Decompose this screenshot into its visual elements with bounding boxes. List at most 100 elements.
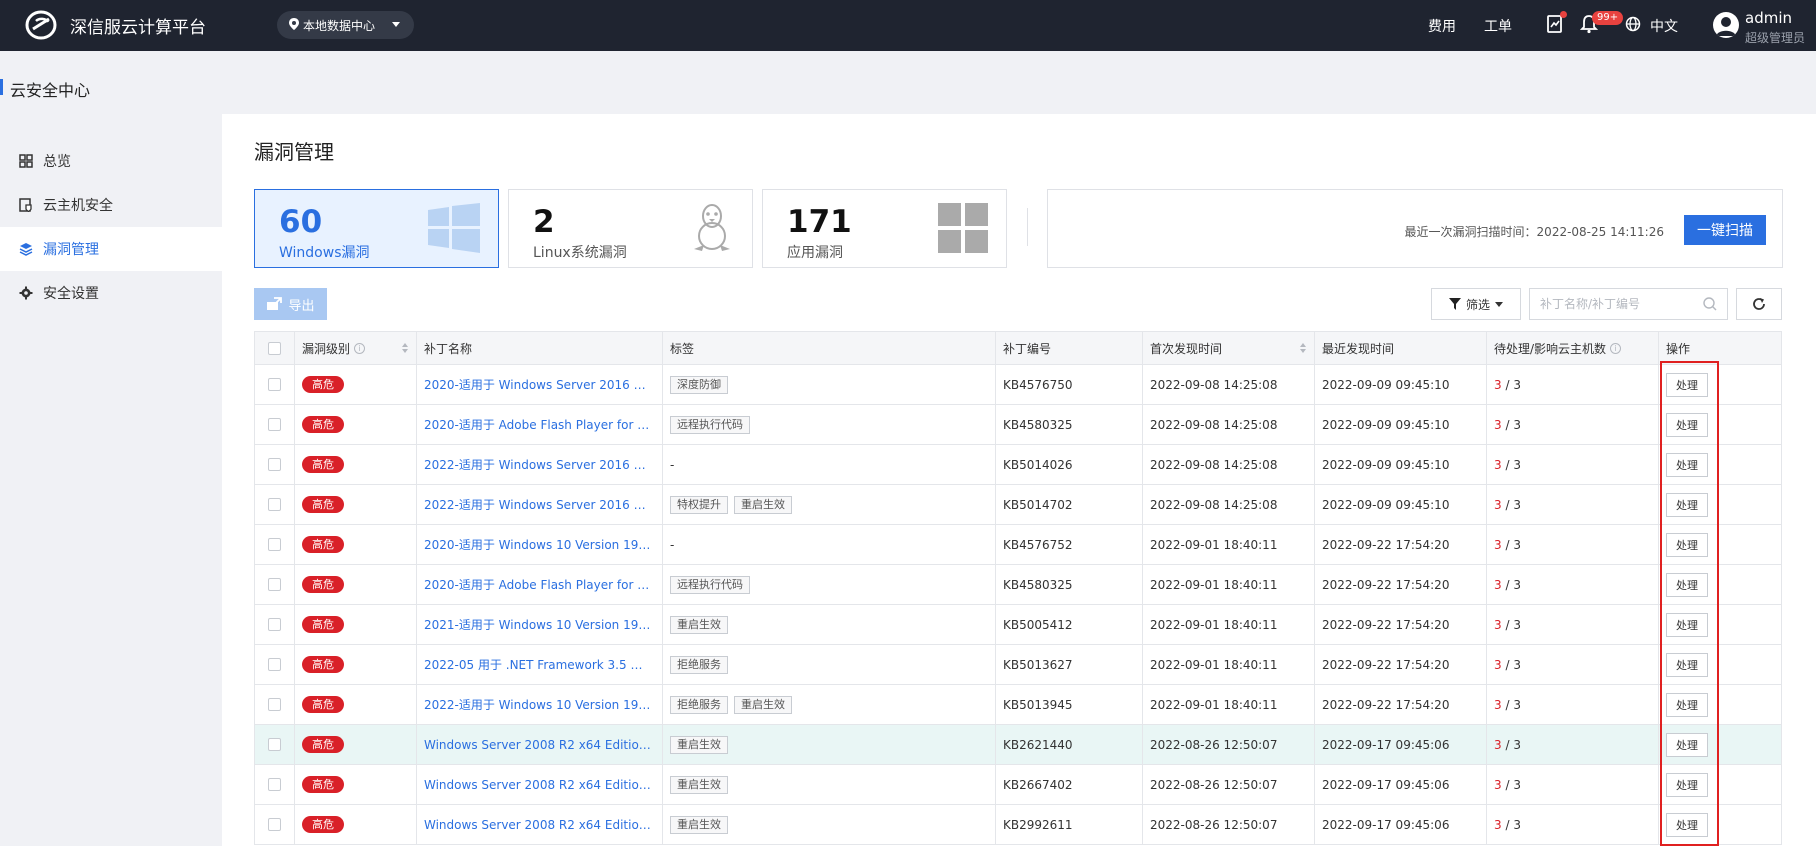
patch-name-link[interactable]: 2020-适用于 Windows Server 2016 的 ... — [424, 376, 654, 393]
last-found-cell: 2022-09-22 17:54:20 — [1315, 645, 1487, 684]
last-found-time: 2022-09-17 09:45:06 — [1322, 737, 1450, 752]
table-row: 高危 Windows Server 2008 R2 x64 Edition ...… — [254, 725, 1782, 765]
handle-button[interactable]: 处理 — [1666, 452, 1708, 477]
sangfor-logo-icon[interactable] — [24, 10, 58, 40]
handle-button[interactable]: 处理 — [1666, 732, 1708, 757]
row-checkbox[interactable] — [268, 818, 281, 831]
sidebar-item-overview[interactable]: 总览 — [0, 139, 222, 183]
level-cell: 高危 — [295, 765, 417, 804]
region-selector[interactable]: 本地数据中心 — [277, 11, 414, 39]
user-name[interactable]: admin — [1745, 9, 1792, 27]
ticket-link[interactable]: 工单 — [1484, 16, 1512, 36]
tag-label: 重启生效 — [670, 615, 728, 634]
patch-name-cell: 2022-适用于 Windows Server 2016 的 ... — [417, 485, 663, 524]
billing-link[interactable]: 费用 — [1428, 16, 1456, 36]
patch-name-link[interactable]: Windows Server 2008 R2 x64 Edition ... — [424, 738, 654, 752]
row-checkbox[interactable] — [268, 658, 281, 671]
last-found-time: 2022-09-09 09:45:10 — [1322, 457, 1450, 472]
column-label: 操作 — [1666, 341, 1691, 356]
severity-badge: 高危 — [302, 576, 344, 593]
patch-name-link[interactable]: Windows Server 2008 R2 x64 Edition ... — [424, 778, 654, 792]
kb-number: KB4576752 — [1003, 537, 1073, 552]
tag-label: 重启生效 — [734, 495, 792, 514]
patch-name-link[interactable]: 2022-适用于 Windows 10 Version 190... — [424, 696, 654, 713]
pending-count-cell: 3 / 3 — [1487, 805, 1659, 844]
column-header-pending: 待处理/影响云主机数 i — [1487, 332, 1659, 364]
last-found-cell: 2022-09-09 09:45:10 — [1315, 445, 1487, 484]
handle-button[interactable]: 处理 — [1666, 572, 1708, 597]
row-checkbox[interactable] — [268, 778, 281, 791]
select-cell — [255, 525, 295, 564]
row-checkbox[interactable] — [268, 498, 281, 511]
sidebar-item-vulnerability[interactable]: 漏洞管理 — [0, 227, 222, 271]
first-found-cell: 2022-09-01 18:40:11 — [1143, 645, 1315, 684]
app-vuln-card[interactable]: 171 应用漏洞 — [762, 189, 1007, 268]
kb-number: KB4580325 — [1003, 417, 1073, 432]
row-checkbox[interactable] — [268, 378, 281, 391]
refresh-button[interactable] — [1736, 288, 1782, 320]
kb-number: KB2621440 — [1003, 737, 1073, 752]
row-checkbox[interactable] — [268, 578, 281, 591]
first-found-time: 2022-09-08 14:25:08 — [1150, 457, 1278, 472]
handle-button[interactable]: 处理 — [1666, 692, 1708, 717]
column-header-level[interactable]: 漏洞级别 i — [295, 332, 417, 364]
export-button[interactable]: 导出 — [254, 288, 327, 320]
select-all-checkbox[interactable] — [268, 341, 281, 355]
row-checkbox[interactable] — [268, 738, 281, 751]
first-found-cell: 2022-08-26 12:50:07 — [1143, 725, 1315, 764]
sort-icon[interactable] — [1300, 343, 1306, 353]
row-checkbox[interactable] — [268, 458, 281, 471]
patch-name-link[interactable]: Windows Server 2008 R2 x64 Edition ... — [424, 818, 654, 832]
sidebar-item-settings[interactable]: 安全设置 — [0, 271, 222, 315]
patch-name-link[interactable]: 2020-适用于 Adobe Flash Player for W... — [424, 416, 654, 433]
severity-badge: 高危 — [302, 536, 344, 553]
tags-cell: - — [663, 445, 996, 484]
total-count: / 3 — [1505, 457, 1521, 472]
patch-name-cell: 2022-适用于 Windows 10 Version 190... — [417, 685, 663, 724]
table-header: 漏洞级别 i 补丁名称 标签 补丁编号 首次发现时间 最近发现时间 待处理/影响… — [254, 332, 1782, 365]
globe-icon[interactable] — [1625, 16, 1645, 36]
table-row: 高危 2022-05 用于 .NET Framework 3.5 和 4... 拒绝… — [254, 645, 1782, 685]
location-pin-icon — [289, 17, 299, 33]
row-checkbox[interactable] — [268, 698, 281, 711]
patch-name-link[interactable]: 2022-适用于 Windows Server 2016 的 ... — [424, 456, 654, 473]
first-found-cell: 2022-09-01 18:40:11 — [1143, 525, 1315, 564]
select-all-cell — [255, 332, 295, 364]
tags-cell: 重启生效 — [663, 725, 996, 764]
pending-count-cell: 3 / 3 — [1487, 645, 1659, 684]
row-checkbox[interactable] — [268, 418, 281, 431]
search-icon[interactable] — [1703, 297, 1717, 311]
handle-button[interactable]: 处理 — [1666, 652, 1708, 677]
patch-name-link[interactable]: 2020-适用于 Adobe Flash Player for W... — [424, 576, 654, 593]
column-header-first-found[interactable]: 首次发现时间 — [1143, 332, 1315, 364]
handle-button[interactable]: 处理 — [1666, 772, 1708, 797]
patch-name-link[interactable]: 2021-适用于 Windows 10 Version 190... — [424, 616, 654, 633]
patch-name-link[interactable]: 2022-05 用于 .NET Framework 3.5 和 4... — [424, 656, 654, 673]
handle-button[interactable]: 处理 — [1666, 492, 1708, 517]
handle-button[interactable]: 处理 — [1666, 532, 1708, 557]
search-input[interactable] — [1529, 288, 1728, 320]
language-selector[interactable]: 中文 — [1650, 16, 1678, 36]
pending-count: 3 — [1494, 657, 1502, 672]
handle-button[interactable]: 处理 — [1666, 812, 1708, 837]
last-found-cell: 2022-09-17 09:45:06 — [1315, 765, 1487, 804]
filter-button[interactable]: 筛选 — [1431, 288, 1521, 320]
patch-name-link[interactable]: 2022-适用于 Windows Server 2016 的 ... — [424, 496, 654, 513]
sidebar-item-host-security[interactable]: 云主机安全 — [0, 183, 222, 227]
kb-number: KB5013627 — [1003, 657, 1073, 672]
handle-button[interactable]: 处理 — [1666, 372, 1708, 397]
handle-button[interactable]: 处理 — [1666, 412, 1708, 437]
linux-vuln-card[interactable]: 2 Linux系统漏洞 — [508, 189, 753, 268]
row-checkbox[interactable] — [268, 538, 281, 551]
sort-icon[interactable] — [402, 343, 408, 353]
first-found-time: 2022-09-01 18:40:11 — [1150, 577, 1278, 592]
patch-name-link[interactable]: 2020-适用于 Windows 10 Version 190... — [424, 536, 654, 553]
last-found-cell: 2022-09-09 09:45:10 — [1315, 405, 1487, 444]
user-avatar[interactable] — [1713, 12, 1739, 38]
handle-button[interactable]: 处理 — [1666, 612, 1708, 637]
row-checkbox[interactable] — [268, 618, 281, 631]
one-click-scan-button[interactable]: 一键扫描 — [1684, 215, 1766, 245]
windows-vuln-card[interactable]: 60 Windows漏洞 — [254, 189, 499, 268]
tag-label: 重启生效 — [670, 735, 728, 754]
first-found-time: 2022-09-08 14:25:08 — [1150, 377, 1278, 392]
